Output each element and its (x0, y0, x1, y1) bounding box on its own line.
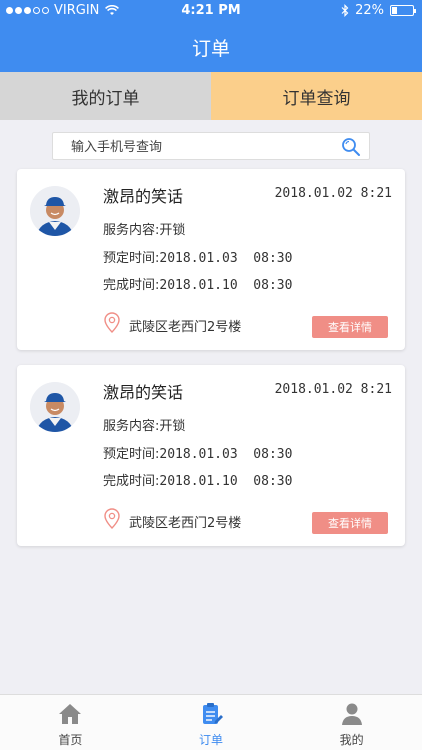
person-icon (341, 703, 362, 725)
scheduled-label: 预定时间: (103, 251, 160, 266)
battery-icon (390, 5, 416, 16)
bottom-tab-bar: 首页 订单 我的 (0, 694, 422, 750)
scheduled-value: 2018.01.03 08:30 (159, 447, 293, 462)
tabbar-label-orders: 订单 (199, 733, 224, 747)
service-label: 服务内容: (103, 223, 160, 238)
address: 武陵区老西门2号楼 (129, 320, 242, 335)
status-bar: VIRGIN 4:21 PM 22% (0, 0, 422, 22)
finished-label: 完成时间: (103, 474, 160, 489)
scheduled-line: 预定时间:2018.01.03 08:30 (103, 247, 292, 266)
tab-my-orders-label: 我的订单 (71, 88, 140, 109)
service-line: 服务内容:开锁 (103, 415, 185, 434)
finished-line: 完成时间:2018.01.10 08:30 (103, 274, 292, 293)
finished-line: 完成时间:2018.01.10 08:30 (103, 470, 292, 489)
service-value: 开锁 (159, 223, 186, 238)
scheduled-line: 预定时间:2018.01.03 08:30 (103, 443, 292, 462)
tabbar-item-orders[interactable]: 订单 (141, 695, 282, 750)
address: 武陵区老西门2号楼 (129, 516, 242, 531)
scheduled-value: 2018.01.03 08:30 (159, 251, 293, 266)
service-line: 服务内容:开锁 (103, 219, 185, 238)
avatar (30, 382, 80, 432)
scheduled-label: 预定时间: (103, 447, 160, 462)
tabbar-item-home[interactable]: 首页 (0, 695, 141, 750)
avatar (30, 186, 80, 236)
finished-label: 完成时间: (103, 278, 160, 293)
search-box (52, 132, 370, 161)
order-card[interactable]: 激昂的笑话 2018.01.02 8:21 服务内容:开锁 预定时间:2018.… (17, 169, 405, 350)
segment-tabs: 我的订单 订单查询 (0, 72, 422, 120)
view-details-button[interactable]: 查看详情 (312, 316, 388, 338)
tab-order-query[interactable]: 订单查询 (211, 72, 422, 120)
home-icon (59, 704, 82, 724)
bluetooth-icon (341, 4, 349, 17)
tab-order-query-label: 订单查询 (282, 88, 351, 109)
service-value: 开锁 (159, 419, 186, 434)
finished-value: 2018.01.10 08:30 (159, 278, 293, 293)
nav-bar: 订单 (0, 22, 422, 72)
tabbar-item-mine[interactable]: 我的 (281, 695, 422, 750)
tab-my-orders[interactable]: 我的订单 (0, 72, 211, 120)
service-label: 服务内容: (103, 419, 160, 434)
location-pin-icon (104, 508, 120, 529)
battery-percent: 22% (355, 3, 384, 18)
page-title: 订单 (191, 37, 230, 60)
tabbar-label-home: 首页 (58, 733, 83, 747)
phone-search-input[interactable] (53, 133, 353, 161)
customer-name: 激昂的笑话 (103, 187, 184, 206)
order-card[interactable]: 激昂的笑话 2018.01.02 8:21 服务内容:开锁 预定时间:2018.… (17, 365, 405, 546)
order-date: 2018.01.02 8:21 (274, 186, 392, 201)
location-pin-icon (104, 312, 120, 333)
order-date: 2018.01.02 8:21 (274, 382, 392, 397)
view-details-button[interactable]: 查看详情 (312, 512, 388, 534)
status-right: 22% (341, 3, 416, 18)
tabbar-label-mine: 我的 (339, 733, 364, 747)
search-icon[interactable] (341, 137, 361, 157)
finished-value: 2018.01.10 08:30 (159, 474, 293, 489)
customer-name: 激昂的笑话 (103, 383, 184, 402)
order-icon (203, 703, 223, 724)
